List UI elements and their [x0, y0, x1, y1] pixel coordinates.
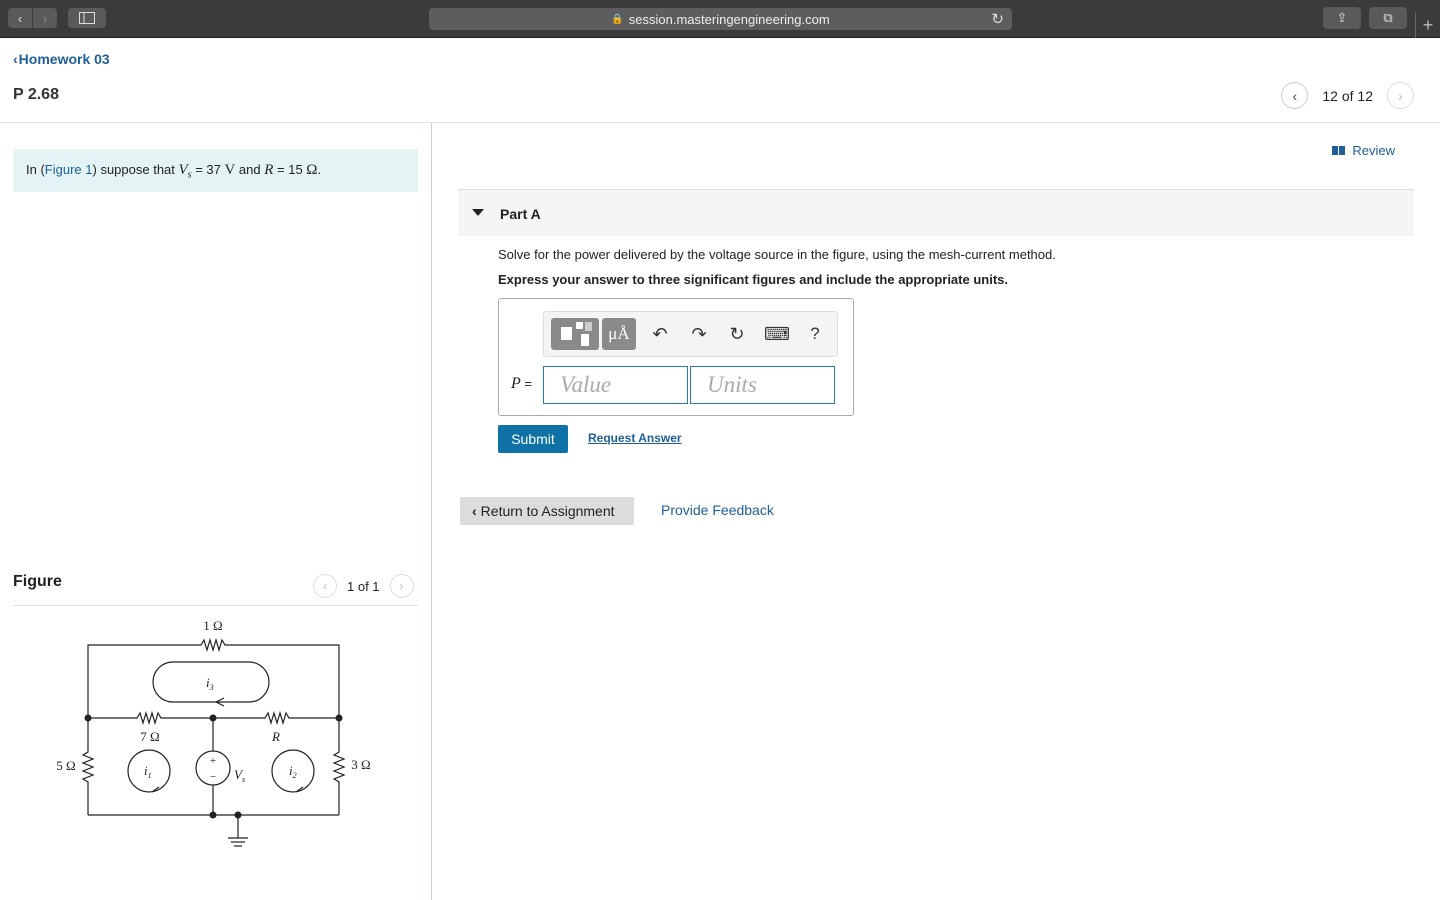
- breadcrumb[interactable]: ‹Homework 03: [13, 51, 110, 67]
- resistor-3ohm-label: 3 Ω: [351, 757, 370, 772]
- submit-button[interactable]: Submit: [498, 425, 568, 453]
- provide-feedback-link[interactable]: Provide Feedback: [661, 502, 774, 518]
- chevron-left-icon: ‹: [1292, 87, 1298, 104]
- chevron-left-icon: ‹: [13, 51, 18, 67]
- prev-problem-button[interactable]: ‹: [1281, 82, 1309, 109]
- figure-pager: ‹ 1 of 1 ›: [313, 574, 414, 598]
- source-minus-label: −: [210, 771, 216, 783]
- undo-icon: ↶: [652, 323, 668, 344]
- review-label: Review: [1352, 143, 1395, 158]
- r-unit: Ω: [306, 162, 318, 178]
- address-bar[interactable]: 🔒 session.masteringengineering.com ↻: [429, 8, 1012, 30]
- url-text: session.masteringengineering.com: [628, 11, 830, 27]
- chevron-right-icon: ›: [42, 10, 48, 26]
- return-label: Return to Assignment: [480, 503, 615, 519]
- new-tab-button[interactable]: +: [1415, 12, 1440, 38]
- chevron-left-icon: ‹: [323, 579, 327, 593]
- mesh-i2-label: i2: [289, 763, 297, 780]
- undo-button[interactable]: ↶: [645, 318, 675, 350]
- resistor-r-label: R: [271, 729, 280, 744]
- chevron-left-icon: ‹: [472, 503, 477, 519]
- next-figure-button[interactable]: ›: [389, 574, 414, 598]
- answer-box: μÅ ↶ ↷ ↻ ⌨ ? P =: [498, 298, 854, 416]
- help-icon: ?: [810, 324, 820, 343]
- browser-toolbar: ‹ › 🔒 session.masteringengineering.com ↻…: [0, 0, 1440, 38]
- figure-title: Figure: [13, 573, 62, 590]
- answer-instructions: Express your answer to three significant…: [498, 272, 1008, 287]
- sidebar-icon: [79, 12, 95, 24]
- chevron-left-icon: ‹: [17, 10, 23, 26]
- prev-figure-button[interactable]: ‹: [313, 574, 337, 598]
- problem-pager: ‹ 12 of 12 ›: [1281, 82, 1414, 109]
- browser-forward-button[interactable]: ›: [33, 8, 57, 28]
- problem-text-end: .: [317, 162, 322, 177]
- chevron-right-icon: ›: [399, 579, 404, 593]
- share-button[interactable]: ⇪: [1323, 7, 1361, 29]
- caret-down-icon: [472, 209, 484, 216]
- chevron-right-icon: ›: [1398, 87, 1403, 104]
- sidebar-toggle-button[interactable]: [68, 8, 106, 28]
- header-divider: [0, 122, 1440, 123]
- figure-link[interactable]: Figure 1: [45, 162, 93, 177]
- problem-text-prefix: In (: [26, 162, 45, 177]
- mesh-i1-label: i1: [144, 763, 152, 780]
- problem-count: 12 of 12: [1322, 87, 1373, 104]
- units-input[interactable]: [690, 366, 835, 404]
- page-title: P 2.68: [13, 86, 59, 103]
- resistor-1ohm-label: 1 Ω: [203, 618, 222, 633]
- units-icon: μÅ: [608, 324, 630, 343]
- part-a-header[interactable]: Part A: [458, 189, 1414, 236]
- book-icon: [1332, 146, 1346, 155]
- browser-back-button[interactable]: ‹: [8, 8, 32, 28]
- breadcrumb-label: Homework 03: [18, 51, 110, 67]
- units-button[interactable]: μÅ: [602, 318, 636, 350]
- redo-button[interactable]: ↷: [684, 318, 714, 350]
- redo-icon: ↷: [691, 323, 707, 344]
- vs-equals: = 37: [191, 162, 225, 177]
- tabs-icon: ⧉: [1383, 10, 1393, 25]
- return-to-assignment-button[interactable]: ‹ Return to Assignment: [460, 497, 634, 525]
- next-problem-button[interactable]: ›: [1387, 82, 1414, 109]
- figure-divider: [13, 605, 418, 606]
- share-icon: ⇪: [1336, 10, 1348, 25]
- figure-count: 1 of 1: [347, 578, 380, 594]
- reload-icon[interactable]: ↻: [991, 10, 1004, 28]
- keyboard-icon: ⌨: [764, 323, 790, 344]
- templates-icon: [559, 322, 592, 346]
- plus-icon: +: [1422, 15, 1434, 35]
- answer-variable-label: P =: [511, 375, 532, 392]
- lock-icon: 🔒: [611, 13, 624, 25]
- review-link[interactable]: Review: [1332, 143, 1395, 158]
- vs-unit: V: [224, 162, 236, 178]
- question-text: Solve for the power delivered by the vol…: [498, 247, 1056, 262]
- reset-button[interactable]: ↻: [722, 318, 752, 350]
- r-equals: = 15: [273, 162, 307, 177]
- keyboard-shortcuts-button[interactable]: ⌨: [762, 318, 792, 350]
- source-vs-label: Vs: [234, 767, 245, 784]
- problem-statement: In (Figure 1) suppose that Vs = 37 V and…: [13, 149, 418, 192]
- column-divider: [431, 123, 432, 900]
- value-input[interactable]: [543, 366, 688, 404]
- vs-symbol: V: [178, 162, 188, 178]
- math-toolbar: μÅ ↶ ↷ ↻ ⌨ ?: [543, 311, 838, 357]
- and-text: and: [235, 162, 265, 177]
- request-answer-link[interactable]: Request Answer: [588, 431, 682, 445]
- source-plus-label: +: [210, 755, 216, 767]
- resistor-5ohm-label: 5 Ω: [56, 758, 75, 773]
- resistor-7ohm-label: 7 Ω: [140, 729, 159, 744]
- reset-icon: ↻: [729, 323, 745, 344]
- help-button[interactable]: ?: [800, 318, 830, 350]
- part-a-label: Part A: [500, 206, 541, 222]
- mesh-i3-label: i3: [206, 675, 214, 692]
- problem-text-mid: ) suppose that: [92, 162, 179, 177]
- tab-overview-button[interactable]: ⧉: [1369, 7, 1407, 29]
- circuit-diagram: 1 Ω 7 Ω R 5 Ω 3 Ω + − Vs i3 i1 i2: [56, 618, 371, 847]
- templates-button[interactable]: [551, 318, 599, 350]
